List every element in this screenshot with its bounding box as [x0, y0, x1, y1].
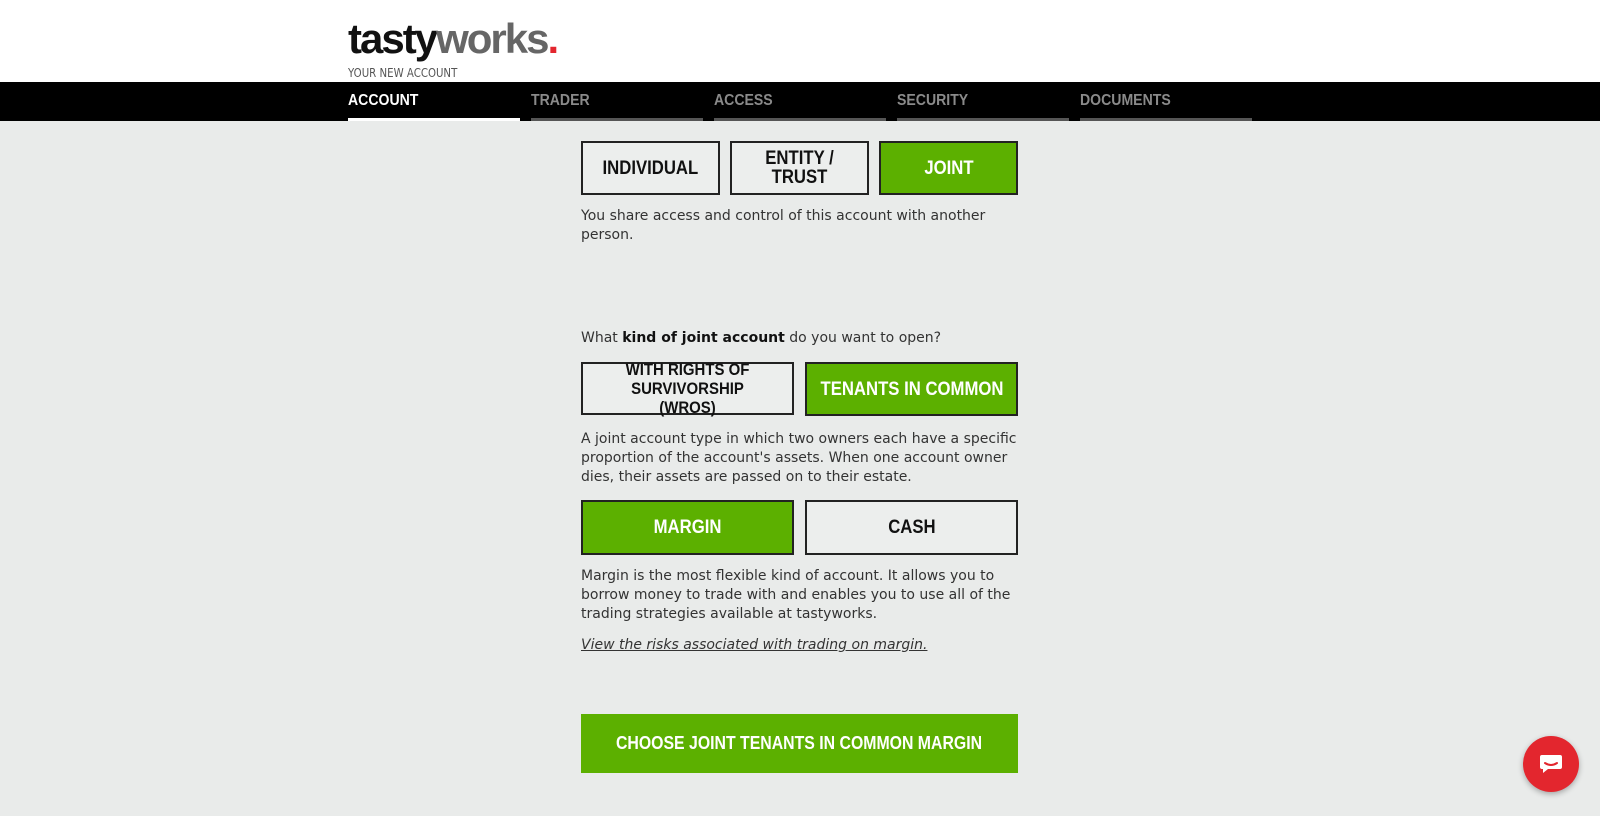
- tab-label: ACCESS: [714, 92, 773, 109]
- joint-kind-description: A joint account type in which two owners…: [581, 431, 1017, 485]
- cta-label: CHOOSE JOINT TENANTS IN COMMON MARGIN: [616, 733, 983, 753]
- question-text: What: [581, 330, 623, 346]
- option-label: TENANTS IN COMMON: [820, 378, 1003, 400]
- tab-security[interactable]: SECURITY: [897, 82, 1069, 121]
- chat-bubble-icon: [1540, 755, 1562, 773]
- tenants-in-common-option-button[interactable]: TENANTS IN COMMON: [805, 362, 1018, 416]
- tab-documents[interactable]: DOCUMENTS: [1080, 82, 1252, 121]
- option-label: ENTITY / TRUST: [765, 148, 834, 188]
- logo-text-works: works: [436, 15, 549, 62]
- question-text: do you want to open?: [784, 330, 942, 346]
- tastyworks-logo[interactable]: tastyworks.: [348, 14, 559, 64]
- chat-button[interactable]: [1523, 736, 1579, 792]
- individual-option-button[interactable]: INDIVIDUAL: [581, 141, 720, 195]
- entity-trust-option-button[interactable]: ENTITY / TRUST: [730, 141, 869, 195]
- option-label: INDIVIDUAL: [602, 157, 699, 179]
- choose-account-button[interactable]: CHOOSE JOINT TENANTS IN COMMON MARGIN: [581, 714, 1018, 773]
- logo-dot: .: [547, 15, 559, 62]
- margin-risks-link[interactable]: View the risks associated with trading o…: [581, 637, 927, 653]
- page-subtitle: YOUR NEW ACCOUNT: [348, 66, 458, 80]
- option-label: WITH RIGHTS OF SURVIVORSHIP (WROS): [625, 360, 750, 417]
- tab-label: SECURITY: [897, 92, 969, 109]
- wros-option-button[interactable]: WITH RIGHTS OF SURVIVORSHIP (WROS): [581, 360, 794, 417]
- question-emphasis: kind of joint account: [622, 330, 785, 346]
- header: tastyworks. YOUR NEW ACCOUNT: [0, 0, 1600, 82]
- margin-description: Margin is the most flexible kind of acco…: [581, 568, 1011, 622]
- step-nav: ACCOUNT TRADER ACCESS SECURITY DOCUMENTS: [0, 82, 1600, 121]
- cash-option-button[interactable]: CASH: [805, 500, 1018, 555]
- tab-account[interactable]: ACCOUNT: [348, 82, 520, 121]
- option-label: JOINT: [923, 157, 974, 179]
- tab-access[interactable]: ACCESS: [714, 82, 886, 121]
- tab-trader[interactable]: TRADER: [531, 82, 703, 121]
- margin-option-button[interactable]: MARGIN: [581, 500, 794, 555]
- tab-label: TRADER: [531, 92, 590, 109]
- joint-option-button[interactable]: JOINT: [879, 141, 1018, 195]
- option-label: CASH: [887, 517, 936, 538]
- option-label: MARGIN: [653, 517, 722, 538]
- logo-text-tasty: tasty: [348, 15, 438, 62]
- joint-kind-question: What kind of joint account do you want t…: [581, 329, 1018, 348]
- account-type-description: You share access and control of this acc…: [581, 208, 986, 243]
- tab-label: ACCOUNT: [348, 92, 419, 109]
- tab-label: DOCUMENTS: [1080, 92, 1171, 109]
